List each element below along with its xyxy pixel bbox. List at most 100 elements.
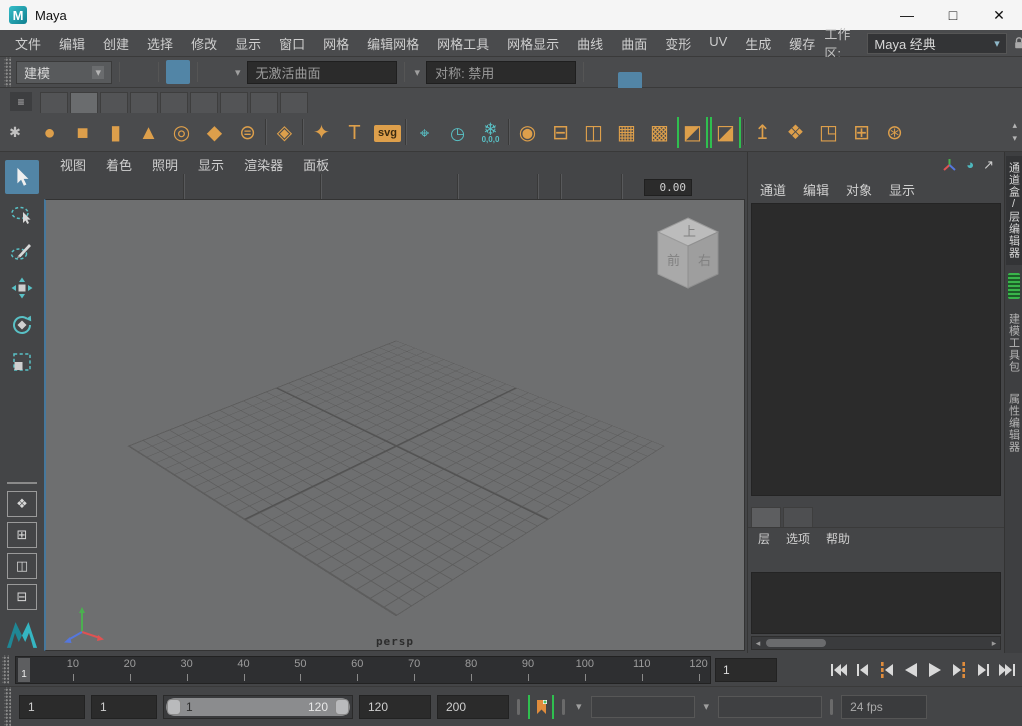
paint-select-tool[interactable] xyxy=(5,234,39,268)
layout-two-pane-button[interactable]: ◫ xyxy=(7,553,37,579)
menu-item[interactable]: 缓存 xyxy=(780,34,824,53)
polygon-cube-icon[interactable]: ■ xyxy=(67,117,98,148)
channel-menu-item[interactable]: 显示 xyxy=(889,180,915,199)
bookmark-icon[interactable] xyxy=(107,179,124,196)
channel-box-list[interactable] xyxy=(751,203,1001,496)
isolate-select-icon[interactable] xyxy=(541,179,558,196)
tab-modeling-toolkit[interactable]: 建模工具包 xyxy=(1006,307,1022,379)
smooth-icon[interactable]: ▦ xyxy=(611,117,642,148)
safe-title-icon[interactable] xyxy=(301,179,318,196)
animation-end-field[interactable]: 200 xyxy=(437,695,509,719)
menu-item[interactable]: 显示 xyxy=(226,34,270,53)
image-icon[interactable] xyxy=(602,179,619,196)
pan-zoom-icon[interactable] xyxy=(145,179,162,196)
exposure-field[interactable]: 0.00 xyxy=(644,179,692,196)
split-pane-icon[interactable] xyxy=(583,179,600,196)
camera-attributes-icon[interactable] xyxy=(88,179,105,196)
menu-item[interactable]: 变形 xyxy=(656,34,700,53)
motion-blur-icon[interactable] xyxy=(480,179,497,196)
layer-list[interactable] xyxy=(751,572,1001,634)
layer-editor-tab[interactable] xyxy=(783,507,813,527)
extrude-icon[interactable]: ↥ xyxy=(747,117,778,148)
shelf-tab[interactable] xyxy=(220,92,248,113)
snap-to-curve-icon[interactable] xyxy=(205,24,229,48)
exposure-icon[interactable] xyxy=(625,179,642,196)
boolean-difference-icon[interactable]: ◩ xyxy=(677,117,708,148)
shelf-tab[interactable] xyxy=(40,92,68,113)
polygon-torus-icon[interactable]: ◎ xyxy=(166,117,197,148)
fps-field[interactable]: 24 fps xyxy=(841,695,927,719)
image-plane-icon[interactable] xyxy=(126,179,143,196)
character-controls-icon[interactable] xyxy=(618,24,642,48)
panel-menu-item[interactable]: 照明 xyxy=(152,155,178,174)
axis-triad-icon[interactable] xyxy=(942,158,957,171)
safe-action-icon[interactable] xyxy=(282,179,299,196)
layer-menu-item[interactable]: 帮助 xyxy=(826,530,850,547)
shelf-scroll-up-icon[interactable]: ▴ xyxy=(1012,120,1017,131)
freeze-transform-icon[interactable]: ❄0,0,0 xyxy=(475,117,506,148)
layout-four-pane-button[interactable]: ⊞ xyxy=(7,522,37,548)
shelf-tab[interactable] xyxy=(160,92,188,113)
snap-to-point-icon[interactable] xyxy=(205,48,229,72)
time-slider[interactable]: 1 102030405060708090100110120 xyxy=(15,656,711,684)
panel-menu-item[interactable]: 渲染器 xyxy=(244,155,283,174)
render-view-icon[interactable] xyxy=(591,24,615,48)
channel-menu-item[interactable]: 编辑 xyxy=(803,180,829,199)
checker-texture-icon[interactable] xyxy=(400,179,417,196)
lock-icon[interactable] xyxy=(1013,35,1022,51)
film-gate-icon[interactable] xyxy=(206,179,223,196)
panel-splitter[interactable] xyxy=(748,496,1004,505)
panel-menu-item[interactable]: 着色 xyxy=(106,155,132,174)
single-pane-icon[interactable] xyxy=(564,179,581,196)
time-grip[interactable] xyxy=(2,655,9,684)
svg-tool-icon[interactable]: svg xyxy=(372,117,403,148)
save-scene-icon[interactable] xyxy=(127,60,151,84)
select-object-icon[interactable] xyxy=(166,60,190,84)
select-camera-icon[interactable] xyxy=(50,179,67,196)
menu-item[interactable]: 窗口 xyxy=(270,34,314,53)
menu-item[interactable]: 网格工具 xyxy=(428,34,498,53)
current-frame-field[interactable]: 1 xyxy=(715,658,777,682)
scale-tool[interactable] xyxy=(5,345,39,379)
graph-icon[interactable]: ↗ xyxy=(983,157,994,173)
viewport-canvas[interactable]: 上 前 右 persp xyxy=(44,199,745,651)
reduce-icon[interactable]: ▩ xyxy=(644,117,675,148)
range-grip[interactable] xyxy=(4,687,11,726)
polygon-cylinder-icon[interactable]: ▮ xyxy=(100,117,131,148)
scroll-right-icon[interactable]: ▸ xyxy=(988,638,1000,649)
channel-menu-item[interactable]: 对象 xyxy=(846,180,872,199)
shelf-tab[interactable] xyxy=(250,92,278,113)
animation-start-field[interactable]: 1 xyxy=(19,695,85,719)
go-to-end-button[interactable] xyxy=(996,660,1018,680)
separate-icon[interactable]: ⊟ xyxy=(545,117,576,148)
snap-to-grid-icon[interactable] xyxy=(205,0,229,24)
panel-menu-item[interactable]: 面板 xyxy=(303,155,329,174)
shelf-scroll-down-icon[interactable]: ▾ xyxy=(1012,133,1017,144)
layer-menu-item[interactable]: 选项 xyxy=(786,530,810,547)
playback-end-field[interactable]: 120 xyxy=(359,695,431,719)
lock-camera-icon[interactable] xyxy=(69,179,86,196)
chevron-down-icon[interactable]: ▾ xyxy=(573,700,585,713)
display-toggle-icon[interactable] xyxy=(618,48,642,72)
multi-cut-icon[interactable]: ⊞ xyxy=(846,117,877,148)
move-tool[interactable] xyxy=(5,271,39,305)
smooth-shade-icon[interactable] xyxy=(343,179,360,196)
menu-item[interactable]: 网格 xyxy=(314,34,358,53)
scrollbar-thumb[interactable] xyxy=(766,639,826,647)
menu-item[interactable]: UV xyxy=(700,34,736,53)
menu-item[interactable]: 编辑 xyxy=(50,34,94,53)
shelf-tab[interactable] xyxy=(280,92,308,113)
ambient-occlusion-icon[interactable] xyxy=(461,179,478,196)
go-to-start-button[interactable] xyxy=(828,660,850,680)
circularize-icon[interactable]: ⊛ xyxy=(879,117,910,148)
gate-mask-icon[interactable] xyxy=(244,179,261,196)
playback-start-field[interactable]: 1 xyxy=(91,695,157,719)
boolean-union-icon[interactable]: ◪ xyxy=(710,117,741,148)
shadows-icon[interactable] xyxy=(438,179,455,196)
menu-item[interactable]: 文件 xyxy=(6,34,50,53)
channel-menu-item[interactable]: 通道 xyxy=(760,180,786,199)
polygon-disc-icon[interactable]: ⊜ xyxy=(232,117,263,148)
platonic-solid-icon[interactable]: ◈ xyxy=(269,117,300,148)
bevel-icon[interactable]: ◳ xyxy=(813,117,844,148)
modeling-toolkit-icon[interactable] xyxy=(1008,273,1020,299)
